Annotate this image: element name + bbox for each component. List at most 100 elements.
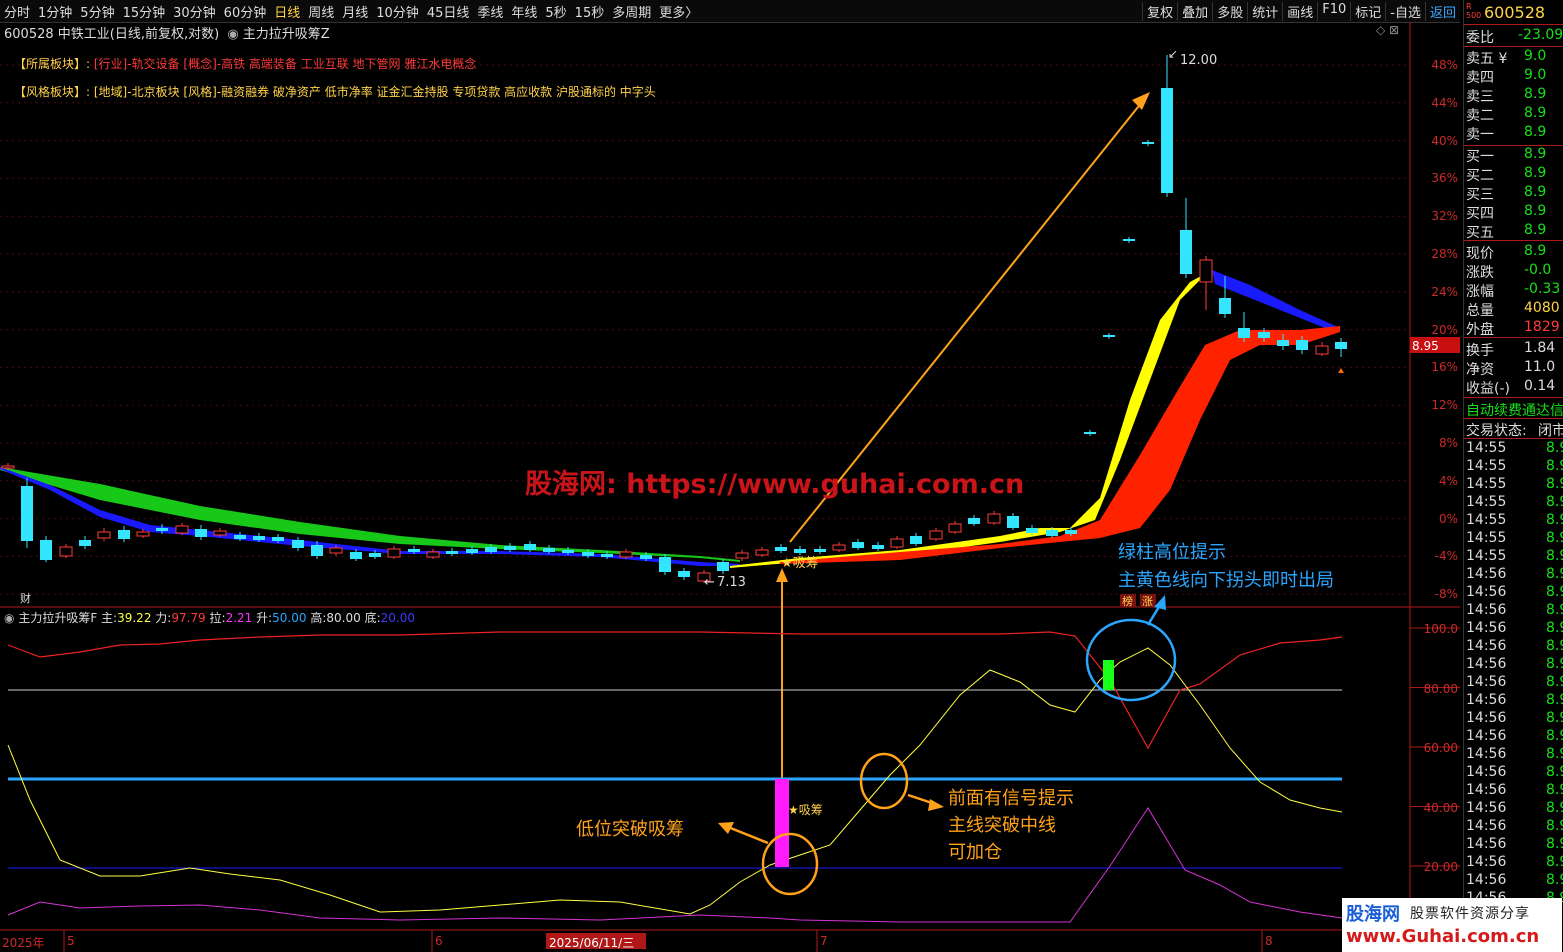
auto-renew-row[interactable]: 自动续费通达信 <box>1466 400 1563 420</box>
tick-time: 14:56 <box>1466 602 1507 618</box>
candle-body[interactable] <box>234 535 246 539</box>
quote-label: 卖五 ¥ <box>1466 51 1508 67</box>
candle-body[interactable] <box>755 549 769 556</box>
candle-body[interactable] <box>601 554 613 557</box>
candle-body[interactable] <box>485 547 497 552</box>
candle-body[interactable] <box>524 544 536 550</box>
low-breakout-circle <box>761 832 819 896</box>
candle-body[interactable] <box>543 548 555 552</box>
candle-body[interactable] <box>910 536 922 544</box>
candle-body[interactable] <box>987 513 1001 524</box>
candle-body[interactable] <box>1 465 15 469</box>
candle-body[interactable] <box>329 547 343 554</box>
candle-body[interactable] <box>659 557 671 572</box>
candle-body[interactable] <box>1335 342 1347 349</box>
candle-body[interactable] <box>1238 328 1250 338</box>
candle-body[interactable] <box>1103 335 1115 337</box>
candle-body[interactable] <box>852 542 864 548</box>
tick-time: 14:56 <box>1466 746 1507 762</box>
quote-row: 涨跌 -0.0 <box>1466 262 1563 281</box>
candle-body[interactable] <box>21 486 33 541</box>
candle-body[interactable] <box>350 552 362 559</box>
candle-body[interactable] <box>1007 516 1019 528</box>
candle-body[interactable] <box>40 540 52 560</box>
candle-body[interactable] <box>582 552 594 556</box>
quote-value: 8.9 <box>1524 86 1547 102</box>
candle-body[interactable] <box>775 547 787 551</box>
candle-body[interactable] <box>253 536 265 540</box>
tick-price: 8.9 <box>1546 530 1563 546</box>
candle-body[interactable] <box>1046 530 1058 536</box>
candle-body[interactable] <box>369 553 381 557</box>
indicator-title[interactable]: 主力拉升吸筹F <box>18 611 97 625</box>
quote-row: 卖四 9.0 <box>1466 67 1563 86</box>
candle-body[interactable] <box>195 529 207 537</box>
candle-body[interactable] <box>1161 88 1173 193</box>
candle-body[interactable] <box>408 549 420 552</box>
candle-body[interactable] <box>97 531 111 539</box>
indicator-settings-icon[interactable]: ◉ <box>4 611 14 625</box>
candle-body[interactable] <box>1296 340 1308 350</box>
candle-body[interactable] <box>1258 332 1270 338</box>
date-jul: 7 <box>820 934 828 948</box>
quote-label: 卖二 <box>1466 108 1494 124</box>
candle-body[interactable] <box>640 555 652 559</box>
candle-body[interactable] <box>118 530 130 539</box>
candle-body[interactable] <box>213 530 227 536</box>
candle-body[interactable] <box>948 523 962 533</box>
candle-body[interactable] <box>890 538 904 548</box>
candle-body[interactable] <box>79 540 91 546</box>
candle-body[interactable] <box>1315 345 1329 355</box>
zhang-text: 涨 <box>1142 595 1153 608</box>
candle-body[interactable] <box>1219 298 1231 314</box>
candle-body[interactable] <box>968 518 980 524</box>
annotation-low-breakout: 低位突破吸筹 <box>576 819 684 840</box>
candle-body[interactable] <box>136 531 150 537</box>
candle-body[interactable] <box>311 545 323 556</box>
candle-body[interactable] <box>466 549 478 553</box>
candle-body[interactable] <box>504 546 516 550</box>
candle-body[interactable] <box>794 549 806 553</box>
quote-value: 1829 <box>1524 319 1560 335</box>
candle-body[interactable] <box>1084 432 1096 434</box>
candle-body[interactable] <box>387 548 401 558</box>
candle-body[interactable] <box>1180 230 1192 274</box>
candle-body[interactable] <box>832 544 846 551</box>
price-axis-label: 28% <box>1431 247 1458 261</box>
trade-status-value: 闭市 <box>1538 423 1563 439</box>
candle-body[interactable] <box>1123 239 1135 241</box>
price-axis-label: 0% <box>1438 511 1458 526</box>
candle-body[interactable] <box>1142 142 1154 144</box>
annotation-green-bar-2: 主黄色线向下拐头即时出局 <box>1118 570 1334 591</box>
quote-value: 9.0 <box>1524 48 1547 64</box>
candle-body[interactable] <box>678 571 690 577</box>
logo-name: 股海网 <box>1346 904 1400 925</box>
candle-body[interactable] <box>872 545 884 549</box>
quote-panel: R 500 600528 委比 -23.09 卖五 ¥9.0 卖四 9.0 卖三 8.9 卖… <box>1463 0 1563 952</box>
separator <box>1464 397 1563 398</box>
candle-body[interactable] <box>619 551 633 558</box>
candle-body[interactable] <box>59 546 73 557</box>
logo-tagline: 股票软件资源分享 <box>1410 906 1530 922</box>
candle-body[interactable] <box>1277 340 1289 346</box>
guhai-logo: 股海网 股票软件资源分享 www.Guhai.com.cn <box>1342 898 1562 952</box>
candle-body[interactable] <box>156 528 168 531</box>
candle-body[interactable] <box>717 562 729 571</box>
quote-label: 买二 <box>1466 168 1494 184</box>
candle-body[interactable] <box>562 550 574 553</box>
candle-body[interactable] <box>929 530 943 540</box>
quote-row: 买三 8.9 <box>1466 184 1563 203</box>
candle-body[interactable] <box>446 551 458 554</box>
candle-body[interactable] <box>175 525 189 534</box>
candle-body[interactable] <box>1065 530 1077 534</box>
candle-body[interactable] <box>1026 528 1038 533</box>
candle-body[interactable] <box>1199 259 1213 283</box>
candle-body[interactable] <box>735 552 749 559</box>
candle-body[interactable] <box>292 540 304 548</box>
candle-body[interactable] <box>426 551 440 558</box>
tick-time: 14:56 <box>1466 800 1507 816</box>
quote-value: 1.84 <box>1524 340 1556 356</box>
candle-body[interactable] <box>814 549 826 552</box>
candle-body[interactable] <box>272 537 284 541</box>
auto-renew-text[interactable]: 自动续费通达信 <box>1466 400 1563 420</box>
